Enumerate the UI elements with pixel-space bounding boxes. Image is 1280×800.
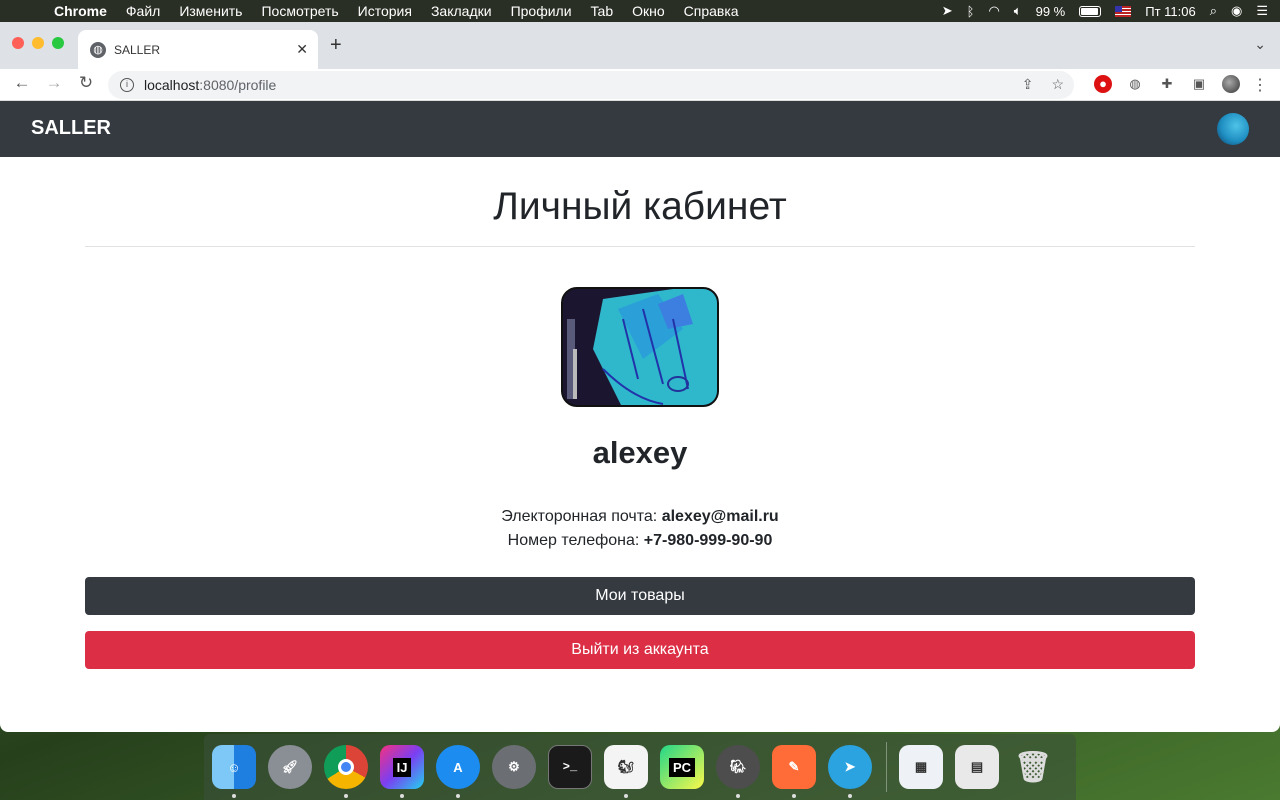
menu-view[interactable]: Посмотреть: [261, 3, 338, 19]
telegram-icon[interactable]: ➤: [828, 745, 872, 798]
documents-icon[interactable]: ▤: [955, 745, 999, 789]
tab-strip: ◍ SALLER ✕ + ⌄: [0, 22, 1280, 69]
macos-dock: ☺ 🚀︎ IJ A ⚙ >_ 🐿︎ PC 🐘︎ ✎ ➤ ▦ ▤ 🗑︎: [204, 734, 1076, 800]
menu-edit[interactable]: Изменить: [179, 3, 242, 19]
bluetooth-icon[interactable]: ᛒ: [967, 4, 975, 19]
menu-profiles[interactable]: Профили: [511, 3, 572, 19]
window-maximize-button[interactable]: [52, 37, 64, 49]
my-products-button[interactable]: Мои товары: [85, 577, 1195, 615]
address-bar[interactable]: i localhost:8080/profile ⇪ ☆: [108, 71, 1074, 99]
side-panel-icon[interactable]: ▣: [1190, 75, 1208, 93]
window-close-button[interactable]: [12, 37, 24, 49]
adblock-extension-icon[interactable]: ●: [1094, 75, 1112, 93]
pycharm-ce-icon[interactable]: 🐿︎: [604, 745, 648, 798]
pycharm-icon[interactable]: PC: [660, 745, 704, 789]
profile-page: Личный кабинет alexey Электоронная почта…: [0, 185, 1280, 669]
intellij-icon[interactable]: IJ: [380, 745, 424, 798]
app-store-icon[interactable]: A: [436, 745, 480, 798]
navbar-user-avatar[interactable]: [1217, 113, 1249, 145]
site-info-icon[interactable]: i: [120, 78, 134, 92]
profile-username: alexey: [592, 435, 688, 470]
translate-extension-icon[interactable]: ◍: [1126, 75, 1144, 93]
url-host: localhost: [144, 77, 200, 93]
email-label: Электоронная почта:: [501, 508, 658, 525]
tab-search-chevron-icon[interactable]: ⌄: [1254, 36, 1266, 53]
site-navbar: SALLER: [0, 101, 1280, 157]
page-title: Личный кабинет: [493, 185, 787, 228]
logout-button[interactable]: Выйти из аккаунта: [85, 631, 1195, 669]
status-area: ➤ ᛒ ◠ 🔈︎ 99 % Пт 11:06 ⌕ ◉ ☰: [942, 0, 1268, 22]
window-minimize-button[interactable]: [32, 37, 44, 49]
menu-help[interactable]: Справка: [684, 3, 739, 19]
telegram-status-icon[interactable]: ➤: [942, 3, 953, 19]
menu-window[interactable]: Окно: [632, 3, 665, 19]
profile-contact-info: Электоронная почта: alexey@mail.ru Номер…: [0, 505, 1280, 553]
share-icon[interactable]: ⇪: [1022, 76, 1034, 93]
dock-separator: [886, 742, 887, 792]
battery-percent: 99 %: [1035, 3, 1066, 19]
extensions-area: ● ◍ ✚ ▣: [1094, 75, 1240, 93]
browser-window: ◍ SALLER ✕ + ⌄ ← → ↻ i localhost:8080/pr…: [0, 22, 1280, 732]
window-controls: [12, 37, 64, 49]
postman-icon[interactable]: ✎: [772, 745, 816, 798]
system-preferences-icon[interactable]: ⚙: [492, 745, 536, 789]
reload-button[interactable]: ↻: [74, 73, 98, 93]
globe-icon: ◍: [90, 41, 106, 58]
chrome-icon[interactable]: [324, 745, 368, 798]
url-path: :8080/profile: [199, 77, 277, 93]
finder-icon[interactable]: ☺: [212, 745, 256, 798]
browser-toolbar: ← → ↻ i localhost:8080/profile ⇪ ☆ ● ◍ ✚…: [0, 69, 1280, 101]
email-row: Электоронная почта: alexey@mail.ru: [0, 505, 1280, 529]
profile-avatar-image: [561, 287, 719, 407]
trash-icon[interactable]: 🗑︎: [1011, 745, 1055, 789]
tab-saller[interactable]: ◍ SALLER ✕: [78, 30, 318, 69]
menu-app-name[interactable]: Chrome: [54, 3, 107, 19]
menu-tab[interactable]: Tab: [591, 3, 614, 19]
menu-bookmarks[interactable]: Закладки: [431, 3, 492, 19]
email-value: alexey@mail.ru: [661, 508, 779, 525]
terminal-icon[interactable]: >_: [548, 745, 592, 789]
spotlight-search-icon[interactable]: ⌕: [1210, 3, 1217, 19]
tab-close-icon[interactable]: ✕: [296, 41, 308, 58]
input-source-flag-icon[interactable]: [1115, 5, 1132, 17]
volume-icon[interactable]: 🔈︎: [1014, 3, 1022, 19]
menubar-clock[interactable]: Пт 11:06: [1145, 4, 1195, 19]
menu-history[interactable]: История: [358, 3, 412, 19]
postgres-icon[interactable]: 🐘︎: [716, 745, 760, 798]
back-button[interactable]: ←: [10, 73, 34, 93]
site-brand-link[interactable]: SALLER: [31, 117, 111, 140]
chrome-profile-avatar[interactable]: [1222, 75, 1240, 93]
extensions-puzzle-icon[interactable]: ✚: [1158, 75, 1176, 93]
phone-label: Номер телефона:: [507, 532, 640, 549]
title-divider: [85, 246, 1195, 247]
wifi-icon[interactable]: ◠: [988, 3, 999, 19]
chrome-menu-icon[interactable]: ⋮: [1252, 75, 1268, 95]
user-avatar-icon[interactable]: ◉: [1231, 3, 1242, 19]
macos-menubar: Chrome Файл Изменить Посмотреть История …: [0, 0, 1280, 22]
battery-icon[interactable]: [1079, 5, 1102, 17]
launchpad-icon[interactable]: 🚀︎: [268, 745, 312, 789]
forward-button[interactable]: →: [42, 73, 66, 93]
phone-value: +7-980-999-90-90: [643, 532, 773, 549]
phone-row: Номер телефона: +7-980-999-90-90: [0, 529, 1280, 553]
tab-title: SALLER: [114, 42, 161, 57]
bookmark-star-icon[interactable]: ☆: [1051, 76, 1064, 93]
menu-file[interactable]: Файл: [126, 3, 160, 19]
control-center-icon[interactable]: ☰: [1256, 3, 1268, 19]
new-tab-button[interactable]: +: [330, 34, 342, 57]
downloads-icon[interactable]: ▦: [899, 745, 943, 789]
